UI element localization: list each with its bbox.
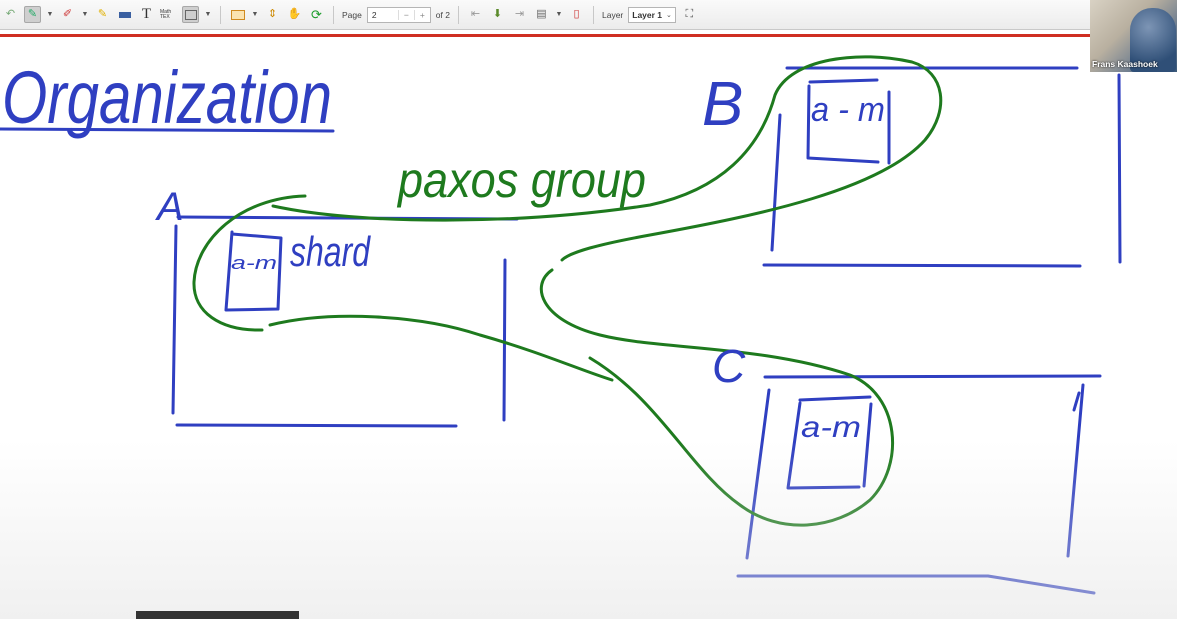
server-b-label: B — [702, 70, 743, 139]
server-c-box-top — [763, 374, 1102, 379]
video-caption-bar — [136, 611, 299, 619]
drawing-canvas[interactable]: Organization paxos group A B C shard a-m… — [0, 0, 1177, 619]
server-a-label: A — [155, 185, 184, 229]
shard-b-range: a - m — [811, 91, 885, 129]
server-c-box-right — [1066, 383, 1085, 558]
shard-label-text: shard — [290, 228, 371, 275]
server-b-box-left — [770, 113, 782, 252]
shard-c-range: a-m — [801, 411, 861, 444]
participant-video-tile[interactable]: Frans Kaashoek — [1090, 0, 1177, 72]
participant-name: Frans Kaashoek — [1092, 59, 1158, 69]
server-c-box-bottom — [736, 574, 1096, 595]
group-label-text: paxos group — [396, 152, 646, 208]
server-b-box-right — [1117, 73, 1122, 264]
server-a-box-right — [502, 258, 507, 422]
server-c-box-left — [745, 388, 771, 560]
shard-a-range: a-m — [231, 253, 277, 273]
server-a-box-bottom — [175, 423, 458, 428]
server-a-box-left — [171, 224, 178, 415]
server-b-box-bottom — [762, 263, 1082, 268]
server-c-label: C — [712, 340, 746, 392]
title-text: Organization — [2, 56, 332, 139]
